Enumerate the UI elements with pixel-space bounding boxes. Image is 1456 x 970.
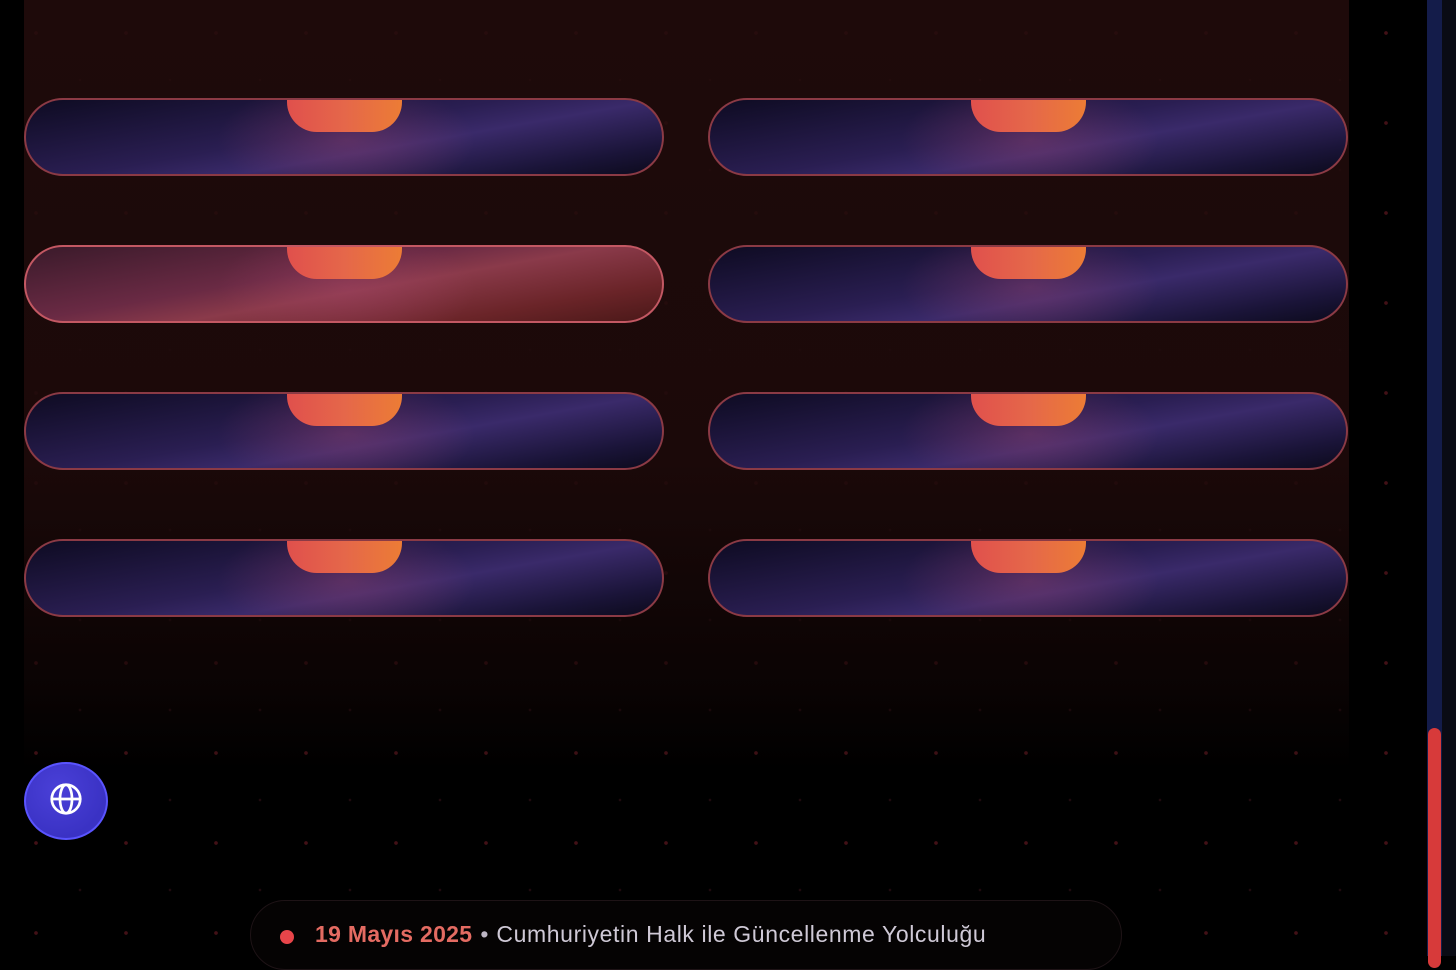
card-right-4[interactable] [708, 539, 1348, 617]
card-right-3[interactable] [708, 392, 1348, 470]
card-left-1[interactable] [24, 98, 664, 176]
globe-icon [48, 781, 84, 821]
card-tab [971, 394, 1086, 426]
live-indicator-dot [280, 930, 294, 944]
card-tab [287, 247, 402, 279]
footer-announcement: 19 Mayıs 2025 • Cumhuriyetin Halk ile Gü… [250, 900, 1122, 970]
card-tab [287, 541, 402, 573]
card-grid [0, 0, 1427, 770]
card-right-2[interactable] [708, 245, 1348, 323]
card-tab [971, 247, 1086, 279]
language-button[interactable] [24, 762, 108, 840]
card-left-2-active[interactable] [24, 245, 664, 323]
card-tab [287, 100, 402, 132]
card-right-1[interactable] [708, 98, 1348, 176]
footer-separator: • [480, 921, 489, 947]
footer-date: 19 Mayıs 2025 [315, 921, 473, 947]
card-tab [287, 394, 402, 426]
card-left-4[interactable] [24, 539, 664, 617]
card-tab [971, 541, 1086, 573]
scrollbar-thumb[interactable] [1428, 728, 1441, 968]
card-tab [971, 100, 1086, 132]
footer-title: Cumhuriyetin Halk ile Güncellenme Yolcul… [496, 921, 987, 947]
card-left-3[interactable] [24, 392, 664, 470]
